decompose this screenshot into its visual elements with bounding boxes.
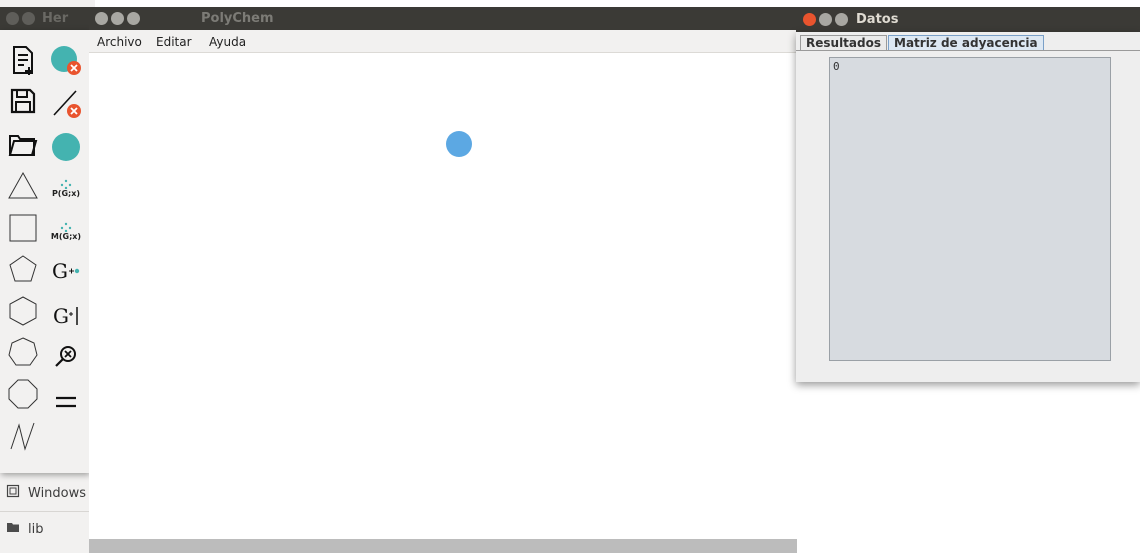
hexagon-tool-button[interactable]: [5, 293, 41, 329]
equals-button[interactable]: [48, 384, 84, 420]
square-icon: [9, 214, 37, 242]
delete-edge-button[interactable]: [48, 85, 84, 121]
octagon-icon: [8, 379, 38, 409]
file-item-label: Windows: [28, 485, 87, 501]
close-window-button[interactable]: [95, 12, 108, 25]
vertex-icon: [52, 133, 80, 161]
save-button[interactable]: [5, 83, 41, 119]
pentagon-icon: [9, 255, 37, 282]
minimize-window-button[interactable]: [111, 12, 124, 25]
graph-canvas[interactable]: [89, 53, 797, 539]
close-window-button[interactable]: [6, 12, 19, 25]
status-bar: [89, 539, 797, 553]
document-icon: [6, 484, 20, 502]
pentagon-tool-button[interactable]: [5, 251, 41, 287]
tools-window-title: Her: [42, 11, 69, 26]
add-vertex-to-graph-button[interactable]: G: [48, 253, 84, 289]
zoom-reset-button[interactable]: [48, 339, 84, 375]
minimize-window-button[interactable]: [819, 13, 832, 26]
menu-archivo[interactable]: Archivo: [97, 35, 142, 49]
zigzag-path-icon: [10, 422, 35, 451]
triangle-tool-button[interactable]: [5, 167, 41, 203]
graph-polynomial-button[interactable]: P(G;x): [48, 170, 84, 206]
maximize-window-button[interactable]: [835, 13, 848, 26]
tools-window-titlebar[interactable]: Her: [0, 7, 92, 30]
add-edge-to-graph-button[interactable]: G: [48, 298, 84, 334]
menu-editar[interactable]: Editar: [156, 35, 192, 49]
graph-icon: [60, 222, 72, 232]
delete-vertex-button[interactable]: [48, 42, 84, 78]
maximize-window-button[interactable]: [127, 12, 140, 25]
folder-icon: [6, 521, 20, 537]
g-plus-vertex-label: G: [52, 259, 68, 283]
datos-titlebar[interactable]: Datos: [796, 7, 1140, 32]
equals-icon: [56, 396, 76, 408]
plus-edge-icon: [68, 307, 78, 325]
tab-divider: [796, 50, 1140, 51]
matching-polynomial-label: M(G;x): [50, 231, 82, 241]
tab-resultados[interactable]: Resultados: [800, 35, 887, 51]
heptagon-tool-button[interactable]: [5, 334, 41, 370]
save-icon: [10, 88, 36, 114]
tools-palette: P(G;x) M(G;x) G G: [0, 30, 89, 473]
heptagon-icon: [8, 337, 38, 366]
close-window-button[interactable]: [803, 13, 816, 26]
polychem-titlebar[interactable]: PolyChem: [89, 7, 797, 30]
open-file-button[interactable]: [5, 126, 41, 162]
plus-vertex-icon: [68, 268, 80, 274]
menu-bar: Archivo Editar Ayuda: [89, 30, 797, 53]
hexagon-icon: [9, 296, 37, 326]
menu-ayuda[interactable]: Ayuda: [209, 35, 246, 49]
g-plus-edge-label: G: [53, 304, 69, 328]
new-file-icon: [13, 46, 33, 75]
graph-vertex[interactable]: [446, 131, 472, 157]
octagon-tool-button[interactable]: [5, 376, 41, 412]
graph-polynomial-label: P(G;x): [51, 188, 81, 198]
path-tool-button[interactable]: [5, 418, 41, 454]
triangle-icon: [8, 171, 38, 199]
minimize-window-button[interactable]: [22, 12, 35, 25]
delete-edge-icon: [53, 90, 81, 118]
window-title: Datos: [856, 12, 899, 27]
add-vertex-button[interactable]: [48, 129, 84, 165]
file-item-windows[interactable]: Windows: [6, 482, 86, 504]
tab-matriz-de-adyacencia[interactable]: Matriz de adyacencia: [888, 35, 1044, 51]
adjacency-matrix-textarea[interactable]: 0: [829, 57, 1111, 361]
square-tool-button[interactable]: [5, 210, 41, 246]
graph-icon: [60, 179, 72, 189]
delete-vertex-icon: [51, 46, 81, 75]
open-folder-icon: [8, 135, 38, 156]
matching-polynomial-button[interactable]: M(G;x): [48, 213, 84, 249]
file-item-lib[interactable]: lib: [6, 518, 43, 540]
new-file-button[interactable]: [5, 42, 41, 78]
datos-panel: Resultados Matriz de adyacencia 0: [796, 32, 1140, 382]
file-item-label: lib: [28, 521, 44, 537]
magnifier-x-icon: [55, 346, 76, 367]
window-title: PolyChem: [201, 11, 274, 26]
divider: [0, 511, 95, 512]
